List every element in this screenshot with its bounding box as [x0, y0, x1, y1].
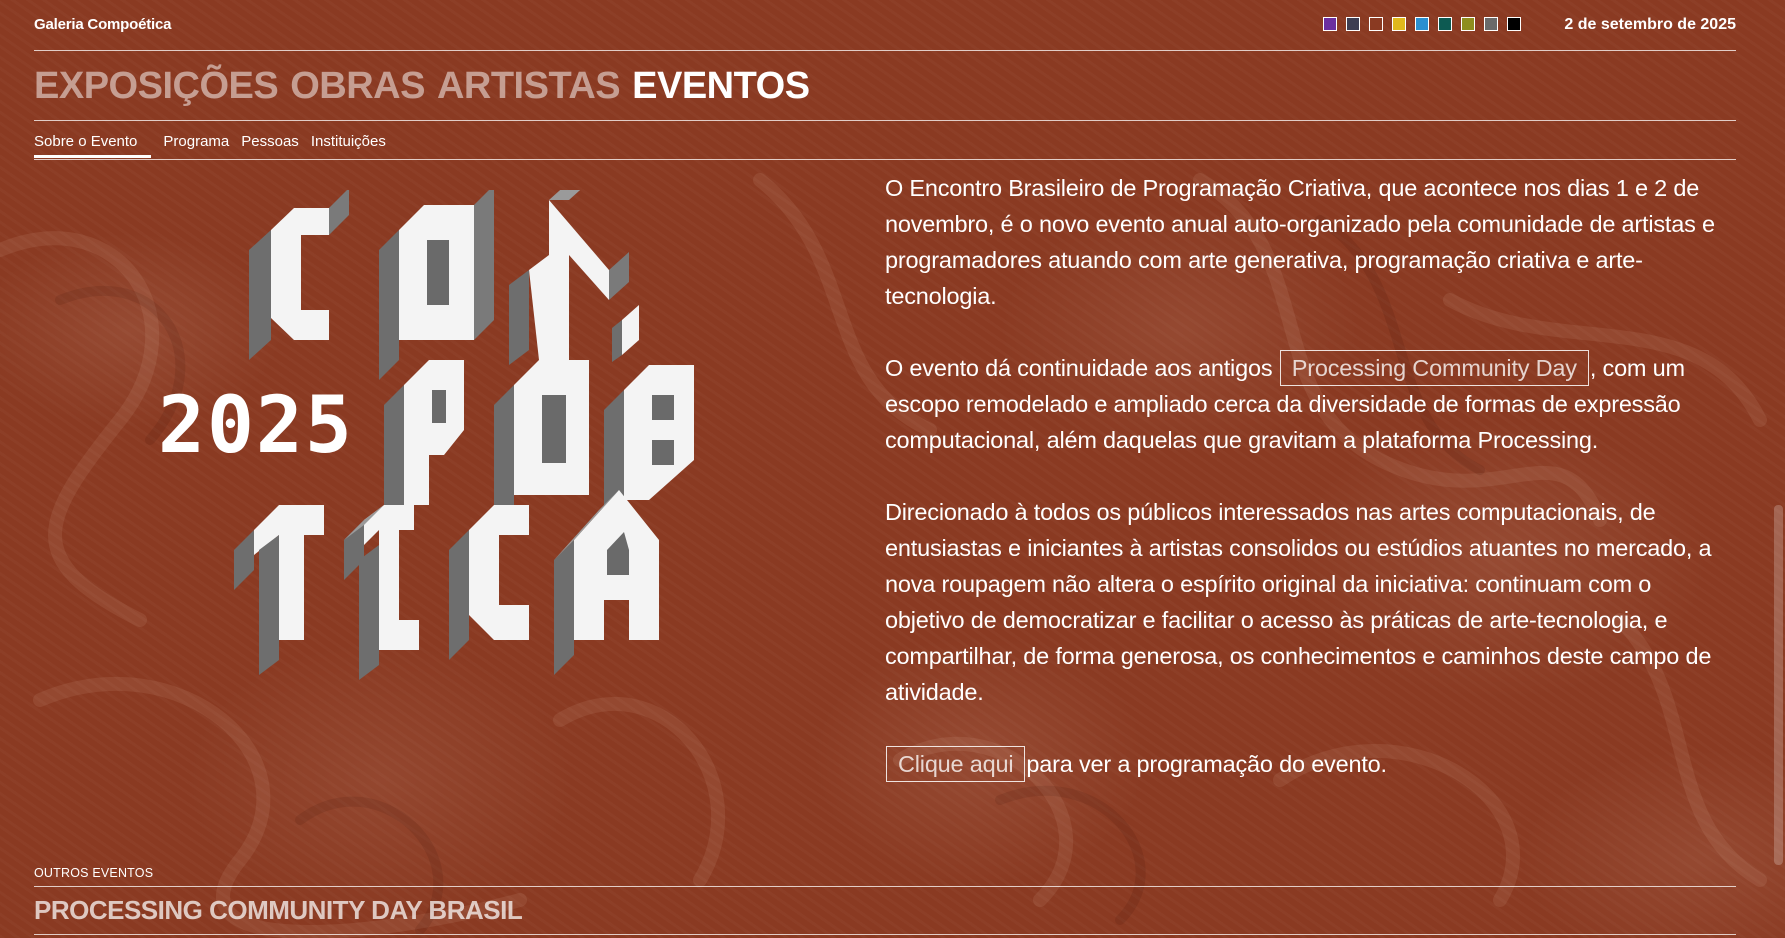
paragraph-continuity: O evento dá continuidade aos antigos Pro… [885, 350, 1715, 458]
paragraph-intro: O Encontro Brasileiro de Programação Cri… [885, 175, 1715, 309]
swatch-purple[interactable] [1323, 17, 1337, 31]
logo-letter-c [249, 190, 349, 360]
section-nav: EXPOSIÇÕES OBRAS ARTISTAS EVENTOS [34, 50, 1736, 121]
nav-exposicoes[interactable]: EXPOSIÇÕES [34, 65, 279, 108]
swatch-yellow[interactable] [1392, 17, 1406, 31]
logo-year: 2025 [158, 381, 354, 471]
swatch-black[interactable] [1507, 17, 1521, 31]
swatch-olive[interactable] [1461, 17, 1475, 31]
page-scrollbar[interactable] [1771, 0, 1785, 938]
tab-pessoas[interactable]: Pessoas [241, 133, 299, 155]
swatch-teal[interactable] [1438, 17, 1452, 31]
processing-community-day-link[interactable]: Processing Community Day [1279, 350, 1589, 386]
nav-artistas[interactable]: ARTISTAS [437, 65, 621, 108]
site-name[interactable]: Galeria Compoética [34, 16, 171, 33]
logo-letter-i [344, 505, 419, 680]
paragraph-program: Clique aqui para ver a programação do eve… [885, 746, 1715, 782]
other-event-link[interactable]: PROCESSING COMMUNITY DAY BRASIL [34, 895, 523, 926]
scrollbar-thumb[interactable] [1774, 505, 1783, 865]
top-bar: Galeria Compoética 2 de setembro de 2025 [34, 0, 1736, 51]
theme-swatches [1323, 17, 1521, 31]
page-container: Galeria Compoética 2 de setembro de 2025… [34, 0, 1736, 938]
swatch-rust[interactable] [1369, 17, 1383, 31]
event-description: O Encontro Brasileiro de Programação Cri… [885, 170, 1715, 818]
logo-letter-a [554, 490, 659, 675]
program-link-button[interactable]: Clique aqui [886, 746, 1026, 782]
tab-programa[interactable]: Programa [163, 133, 229, 155]
paragraph-continuity-start: O evento dá continuidade aos antigos [885, 355, 1273, 381]
logo-letter-m [509, 190, 629, 365]
sub-nav: Sobre o Evento Programa Pessoas Instituiçõe… [34, 121, 1736, 160]
current-date: 2 de setembro de 2025 [1564, 16, 1736, 33]
nav-obras[interactable]: OBRAS [290, 65, 425, 108]
other-events-label: OUTROS EVENTOS [34, 866, 154, 880]
logo-letter-o [379, 190, 494, 380]
logo-letter-t [234, 505, 324, 675]
paragraph-program-text: para ver a programação do evento. [1026, 751, 1387, 777]
footer-divider-bottom [34, 934, 1736, 935]
swatch-slate[interactable] [1346, 17, 1360, 31]
footer-divider [34, 886, 1736, 887]
compoetica-logo: 2025 [158, 190, 694, 680]
tab-instituicoes[interactable]: Instituições [311, 133, 386, 155]
logo-letter-c2 [449, 505, 529, 660]
paragraph-audience: Direcionado à todos os públicos interess… [885, 499, 1712, 705]
swatch-blue[interactable] [1415, 17, 1429, 31]
nav-eventos[interactable]: EVENTOS [632, 65, 810, 108]
swatch-gray[interactable] [1484, 17, 1498, 31]
tab-sobre-o-evento[interactable]: Sobre o Evento [34, 133, 152, 158]
